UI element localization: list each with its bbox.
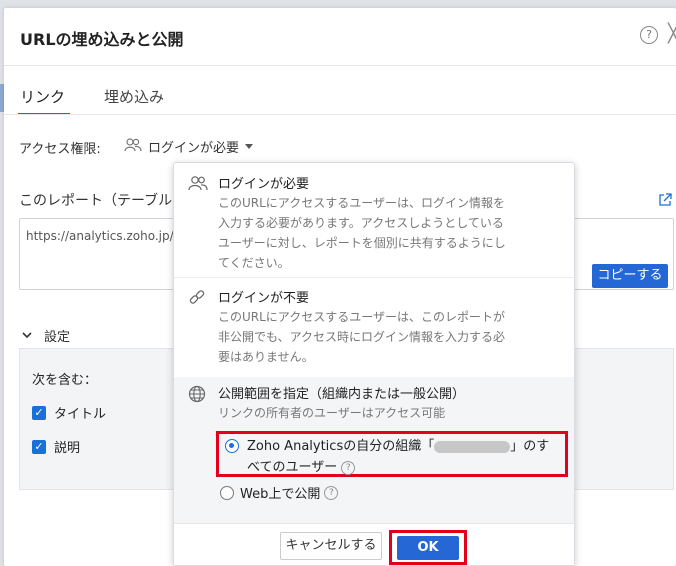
settings-toggle[interactable]: 設定 (22, 326, 70, 345)
cancel-button[interactable]: キャンセルする (280, 532, 382, 560)
help-icon[interactable]: ? (341, 460, 356, 475)
radio-web-public[interactable]: Web上で公開 ? (220, 483, 339, 502)
access-options-popup: ログインが必要 このURLにアクセスするユーザーは、ログイン情報を入力する必要が… (173, 162, 575, 566)
close-icon[interactable]: ╳ (668, 23, 676, 44)
globe-icon (188, 385, 208, 403)
access-permission-dropdown[interactable]: ログインが必要 (124, 137, 254, 156)
option-public-desc: リンクの所有者のユーザーはアクセス可能 (218, 406, 446, 420)
ok-button[interactable]: OK (397, 536, 459, 560)
settings-label: 設定 (44, 330, 71, 345)
external-link-icon[interactable] (658, 192, 672, 206)
help-icon[interactable]: ? (324, 485, 339, 500)
tab-link[interactable]: リンク (20, 86, 65, 107)
access-permission-value: ログインが必要 (148, 141, 240, 156)
radio-unselected-icon (220, 485, 234, 500)
option-login-required-desc: このURLにアクセスするユーザーは、ログイン情報を入力する必要があります。アクセ… (218, 196, 506, 270)
checkbox-label: タイトル (54, 407, 107, 422)
users-icon (124, 137, 144, 156)
include-label: 次を含む： (32, 373, 98, 388)
ok-highlight-frame: OK (389, 530, 467, 565)
access-permission-label: アクセス権限: (19, 142, 101, 157)
option-login-not-required-desc: このURLにアクセスするユーザーは、このレポートが非公開でも、アクセス時にログイ… (218, 310, 506, 364)
report-link-label: このレポート（テーブル (19, 193, 173, 209)
redacted-org-name (434, 440, 511, 453)
dialog-header: URLの埋め込みと公開 ? ╳ (4, 8, 676, 66)
copy-button[interactable]: コピーする (592, 264, 668, 288)
checkbox-description[interactable]: ✓ 説明 (32, 437, 80, 456)
option-login-not-required-title[interactable]: ログインが不要 (218, 287, 309, 306)
users-icon (188, 175, 208, 193)
popup-footer: キャンセルする OK (174, 523, 574, 565)
link-icon (188, 289, 208, 307)
radio-selected-icon (225, 439, 239, 453)
checkbox-label: 説明 (54, 441, 81, 456)
checkbox-title[interactable]: ✓ タイトル (32, 403, 106, 422)
tabs-divider (4, 114, 676, 115)
chevron-down-icon (245, 144, 254, 149)
tab-embed[interactable]: 埋め込み (104, 86, 164, 107)
url-text: https://analytics.zoho.jp/ (26, 229, 174, 243)
option-login-required-title[interactable]: ログインが必要 (218, 173, 309, 192)
checkbox-checked-icon: ✓ (32, 439, 46, 454)
help-icon[interactable]: ? (640, 26, 658, 44)
option-public-title[interactable]: 公開範囲を指定（組織内または一般公開） (218, 383, 465, 402)
dialog-title: URLの埋め込みと公開 (20, 30, 184, 49)
radio-org-users[interactable]: Zoho Analyticsの自分の組織「 」のすべてのユーザー? (216, 431, 568, 477)
radio-web-label: Web上で公開 (240, 487, 321, 502)
radio-org-label: Zoho Analyticsの自分の組織「 」のすべてのユーザー? (247, 439, 550, 475)
checkbox-checked-icon: ✓ (32, 405, 46, 420)
chevron-down-icon (22, 329, 32, 342)
divider (174, 277, 574, 278)
